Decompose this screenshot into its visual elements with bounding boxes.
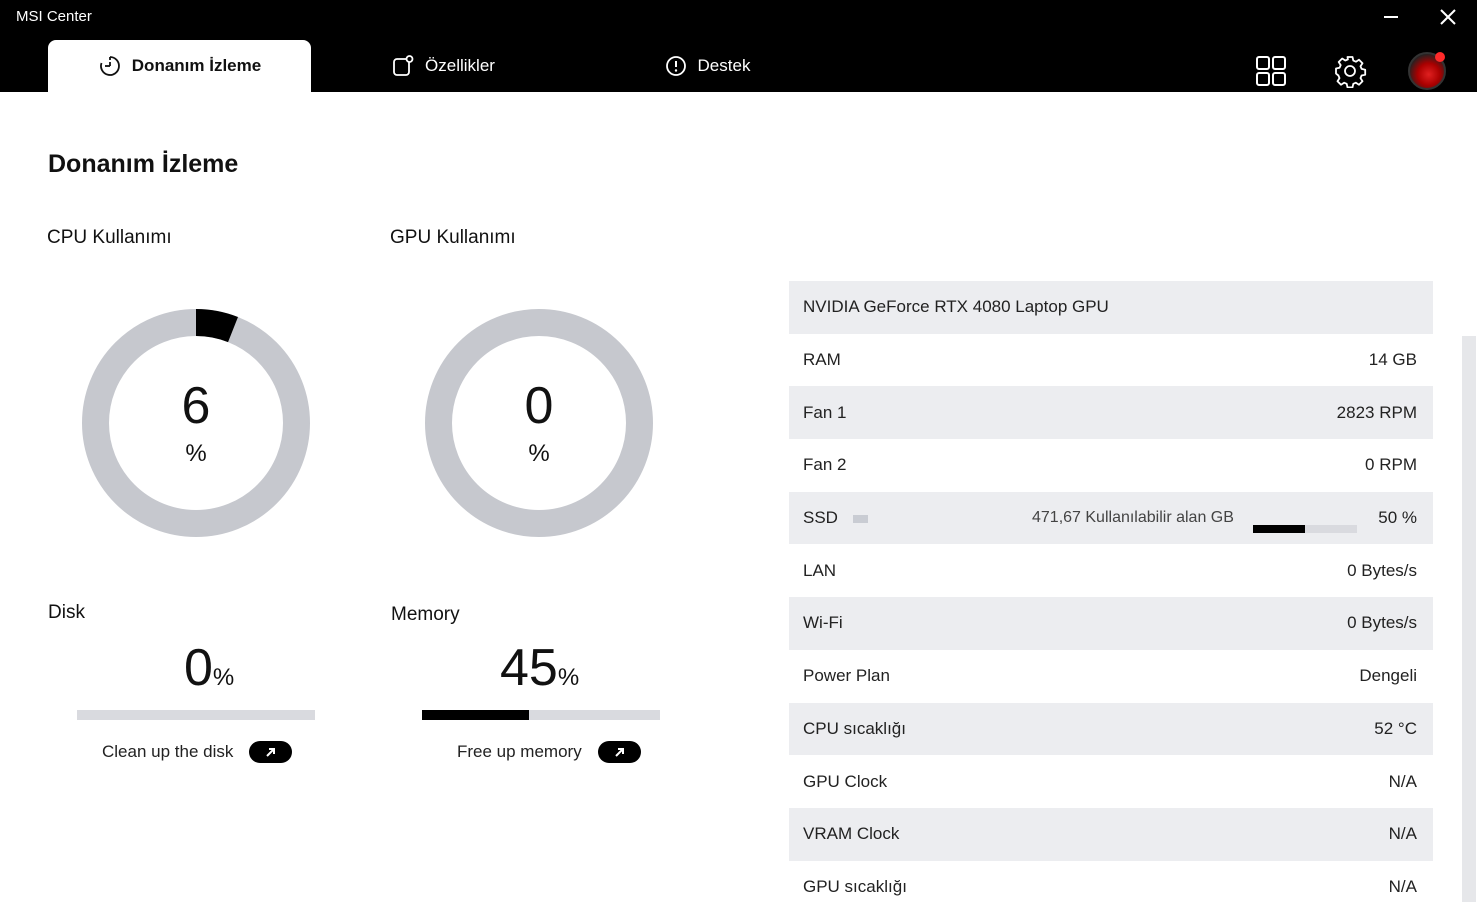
cpu-usage-gauge: 6 % [81,308,311,538]
tab-donanim-izleme[interactable]: Donanım İzleme [48,40,311,92]
info-value: 0 Bytes/s [1347,613,1417,633]
features-icon [393,55,414,76]
info-label: Wi-Fi [803,613,843,633]
gpu-name: NVIDIA GeForce RTX 4080 Laptop GPU [803,297,1109,317]
ssd-percent: 50 % [1378,508,1417,528]
system-info-list: NVIDIA GeForce RTX 4080 Laptop GPU RAM 1… [789,281,1433,902]
gpu-usage-title: GPU Kullanımı [390,227,516,248]
info-value: Dengeli [1359,666,1417,686]
info-label: CPU sıcaklığı [803,718,906,738]
disk-percent: 0% [184,640,234,706]
minimize-icon[interactable] [1380,6,1402,28]
list-item: Wi-Fi 0 Bytes/s [789,597,1433,650]
disk-percent-value: 0 [184,639,213,697]
list-item: CPU sıcaklığı 52 °C [789,702,1433,756]
free-memory-label: Free up memory [457,742,582,761]
disk-percent-unit: % [212,664,235,691]
memory-title: Memory [391,604,460,625]
ssd-usage-bar [1253,524,1357,533]
tab-label: Özellikler [425,56,495,75]
monitor-timer-icon [99,56,120,76]
disk-usage-bar [77,710,315,720]
disk-title: Disk [48,602,85,623]
info-value: N/A [1388,824,1417,844]
memory-percent: 45% [500,640,579,706]
gpu-name-row: NVIDIA GeForce RTX 4080 Laptop GPU [789,281,1433,334]
app-title: MSI Center [16,8,92,25]
info-label: VRAM Clock [803,824,900,844]
scrollbar[interactable] [1462,336,1476,902]
info-label: LAN [803,560,837,580]
list-item: Fan 2 0 RPM [789,439,1433,492]
list-item: VRAM Clock N/A [789,807,1433,861]
notification-dot [1435,52,1445,62]
info-label: GPU sıcaklığı [803,876,907,896]
clean-disk-label: Clean up the disk [102,742,234,761]
memory-usage-bar [422,710,660,720]
free-memory-button[interactable] [598,741,641,763]
cpu-usage-value: 6 [181,377,211,435]
list-item: LAN 0 Bytes/s [789,544,1433,597]
arrow-icon [265,748,275,757]
gpu-usage-unit: % [528,440,550,467]
info-value: 14 GB [1368,350,1417,370]
info-value: 2823 RPM [1336,402,1417,422]
tab-ozellikler[interactable]: Özellikler [380,40,506,92]
list-item: Fan 1 2823 RPM [789,386,1433,440]
memory-percent-unit: % [557,664,580,691]
close-icon[interactable] [1437,6,1459,28]
list-item: RAM 14 GB [789,334,1433,387]
list-item: GPU sıcaklığı N/A [789,861,1433,902]
support-icon [665,56,686,76]
info-label: Fan 1 [803,402,847,422]
info-value: N/A [1388,876,1417,896]
grid-icon[interactable] [1254,54,1288,88]
clean-disk-button[interactable] [249,741,292,763]
ssd-free-space: 471,67 Kullanılabilir alan GB [1032,509,1234,527]
ssd-usage-fill [1253,524,1305,533]
list-item: GPU Clock N/A [789,755,1433,808]
gpu-usage-gauge: 0 % [424,308,654,538]
arrow-icon [614,748,624,757]
gpu-usage-value: 0 [524,377,554,435]
gear-icon[interactable] [1333,54,1367,89]
memory-usage-fill [422,710,530,720]
tab-label: Destek [697,56,751,75]
cpu-usage-title: CPU Kullanımı [47,227,172,248]
info-value: 0 Bytes/s [1347,560,1417,580]
info-label: RAM [803,350,841,370]
info-label: Power Plan [803,666,890,686]
info-label: GPU Clock [803,771,888,791]
ssd-indicator [852,514,868,523]
cpu-usage-unit: % [185,440,207,467]
info-value: 0 RPM [1365,455,1417,475]
list-item: Power Plan Dengeli [789,650,1433,703]
ssd-label: SSD [803,508,838,528]
memory-percent-value: 45 [500,639,558,697]
ssd-row: SSD 471,67 Kullanılabilir alan GB 50 % [789,491,1433,545]
tab-label: Donanım İzleme [131,56,262,75]
tab-destek[interactable]: Destek [652,40,762,92]
info-value: 52 °C [1374,718,1417,738]
page-title: Donanım İzleme [48,150,239,178]
info-value: N/A [1388,771,1417,791]
info-label: Fan 2 [803,455,847,475]
